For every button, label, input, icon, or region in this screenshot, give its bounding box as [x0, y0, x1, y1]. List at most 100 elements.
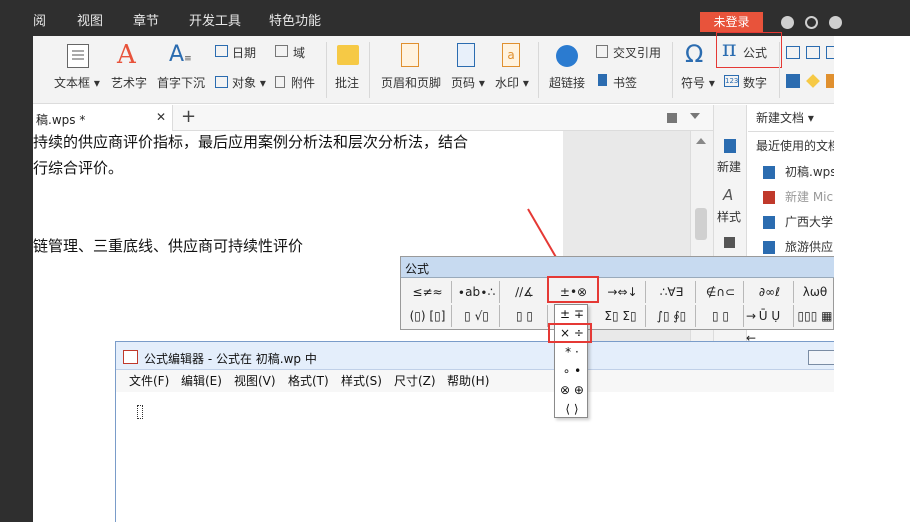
editor-menu-view[interactable]: 视图(V): [234, 371, 276, 391]
watermark-button[interactable]: 水印 ▾: [495, 74, 529, 91]
recent-file-2[interactable]: 新建 Mic: [785, 185, 834, 210]
integral-templates-button[interactable]: ∫▯ ∮▯: [648, 305, 696, 327]
header-footer-icon[interactable]: [401, 43, 419, 67]
date-button[interactable]: 日期: [232, 44, 256, 61]
embellishment-button[interactable]: ∕∕∡: [502, 281, 548, 303]
new-tab-icon[interactable]: +: [181, 106, 196, 127]
right-frame: [834, 36, 910, 522]
wordart-icon[interactable]: A: [117, 40, 136, 70]
arrow-symbols-button[interactable]: →⇔↓: [600, 281, 646, 303]
wordart-button[interactable]: 艺术字: [111, 74, 147, 91]
shape-icon[interactable]: [724, 237, 735, 248]
close-icon[interactable]: ✕: [156, 110, 166, 124]
scroll-up-icon[interactable]: [696, 138, 706, 144]
doc-line-2[interactable]: 行综合评价。: [33, 157, 123, 178]
object-icon: [215, 76, 228, 88]
editor-menu-edit[interactable]: 编辑(E): [181, 371, 222, 391]
new-doc-dropdown[interactable]: 新建文档 ▾: [756, 106, 814, 131]
header-footer-button[interactable]: 页眉和页脚: [381, 74, 441, 91]
help-icon[interactable]: [829, 16, 842, 29]
scroll-thumb[interactable]: [695, 208, 707, 240]
products-templates-button[interactable]: Ū Ụ: [746, 305, 794, 327]
page-number-icon[interactable]: [457, 43, 475, 67]
tab-menu-icon[interactable]: [690, 113, 700, 121]
editor-menu-format[interactable]: 格式(T): [288, 371, 329, 391]
comment-button[interactable]: 批注: [335, 74, 359, 91]
bookmark-icon: [598, 74, 607, 86]
circle-bullet-item[interactable]: ∘ •: [555, 362, 589, 381]
set-symbols-button[interactable]: ∉∩⊂: [698, 281, 744, 303]
field-button[interactable]: 域: [293, 44, 305, 61]
login-button[interactable]: 未登录: [700, 12, 763, 32]
editor-menu-style[interactable]: 样式(S): [341, 371, 382, 391]
bar-templates-button[interactable]: ▯ ▯: [698, 305, 744, 327]
star-dot-item[interactable]: * ·: [555, 343, 589, 362]
palette-row-1: ≤≠≈ ∙ab∙∴ ∕∕∡ ±•⊗ →⇔↓ ∴∀∃ ∉∩⊂ ∂∞ℓ λωθ: [404, 281, 834, 303]
editor-menu-help[interactable]: 帮助(H): [447, 371, 489, 391]
recent-file-1[interactable]: 初稿.wps: [785, 160, 834, 185]
dropcap-button[interactable]: 首字下沉: [157, 74, 205, 91]
recent-file-3[interactable]: 广西大学: [785, 210, 834, 235]
symbol-button[interactable]: 符号 ▾: [681, 74, 715, 91]
summation-templates-button[interactable]: Σ▯ Σ▯: [596, 305, 646, 327]
textbox-button[interactable]: 文本框 ▾: [54, 74, 100, 91]
dropdown-field-icon[interactable]: [826, 46, 834, 59]
matrix-templates-button[interactable]: ▯▯▯ ▦: [796, 305, 834, 327]
fence-templates-button[interactable]: (▯) [▯]: [404, 305, 452, 327]
watermark-icon[interactable]: a: [502, 43, 520, 67]
doc-line-1[interactable]: 持续的供应商评价指标，最后应用案例分析法和层次分析法，结合: [33, 131, 468, 152]
doc-line-3[interactable]: 链管理、三重底线、供应商可持续性评价: [33, 235, 303, 256]
formula-input-area[interactable]: [116, 392, 834, 522]
lock-icon[interactable]: [826, 74, 834, 88]
editor-app-icon: [123, 350, 138, 364]
object-button[interactable]: 对象 ▾: [232, 74, 266, 91]
menu-tab-special[interactable]: 特色功能: [269, 0, 321, 36]
ribbon-divider: [538, 42, 539, 98]
greek-symbols-button[interactable]: λωθ: [796, 281, 834, 303]
palette-titlebar[interactable]: [401, 257, 834, 278]
word-file-icon: [763, 191, 775, 204]
omega-icon[interactable]: Ω: [685, 40, 703, 68]
spacing-symbols-button[interactable]: ∙ab∙∴: [454, 281, 500, 303]
crossref-button[interactable]: 交叉引用: [613, 44, 661, 61]
menu-tab-review[interactable]: 阅: [33, 0, 46, 36]
style-tool[interactable]: 样式: [717, 208, 741, 225]
minimize-button[interactable]: [808, 350, 834, 365]
plus-minus-item[interactable]: ± ∓: [555, 305, 589, 324]
relation-symbols-button[interactable]: ≤≠≈: [404, 281, 452, 303]
logic-symbols-button[interactable]: ∴∀∃: [648, 281, 696, 303]
sync-icon[interactable]: [805, 16, 818, 29]
angle-brackets-item[interactable]: ⟨ ⟩: [555, 400, 589, 419]
number-button[interactable]: 数字: [743, 74, 767, 91]
misc-symbols-button[interactable]: ∂∞ℓ: [746, 281, 794, 303]
subscript-templates-button[interactable]: ▯ ▯: [502, 305, 548, 327]
form-field-icon[interactable]: [786, 46, 800, 59]
style-icon[interactable]: A: [723, 186, 733, 204]
fraction-templates-button[interactable]: ▯ √▯: [454, 305, 500, 327]
hyperlink-button[interactable]: 超链接: [549, 74, 585, 91]
ribbon-divider: [672, 42, 673, 98]
operator-dropdown: ± ∓ × ÷ * · ∘ • ⊗ ⊕ ⟨ ⟩: [554, 304, 588, 418]
page-number-button[interactable]: 页码 ▾: [451, 74, 485, 91]
new-doc-tool[interactable]: 新建: [717, 158, 741, 175]
formula-cursor-slot[interactable]: [137, 405, 143, 419]
bookmark-button[interactable]: 书签: [613, 74, 637, 91]
frame-icon[interactable]: [786, 74, 800, 88]
editor-menu-file[interactable]: 文件(F): [129, 371, 169, 391]
skin-icon[interactable]: [781, 16, 794, 29]
circled-ops-item[interactable]: ⊗ ⊕: [555, 381, 589, 400]
ribbon-divider: [779, 42, 780, 98]
left-frame: [0, 36, 33, 522]
new-doc-icon[interactable]: [724, 139, 736, 153]
menu-tab-chapter[interactable]: 章节: [133, 0, 159, 36]
dropcap-icon[interactable]: A≡: [169, 42, 192, 67]
hyperlink-icon[interactable]: [556, 45, 578, 67]
menu-tab-view[interactable]: 视图: [77, 0, 103, 36]
textbox-icon[interactable]: [67, 44, 89, 68]
checkbox-icon[interactable]: [806, 46, 820, 59]
attachment-button[interactable]: 附件: [291, 74, 315, 91]
tab-list-icon[interactable]: [667, 113, 677, 123]
menu-tab-developer[interactable]: 开发工具: [189, 0, 241, 36]
editor-menu-size[interactable]: 尺寸(Z): [394, 371, 436, 391]
comment-icon[interactable]: [337, 45, 359, 65]
